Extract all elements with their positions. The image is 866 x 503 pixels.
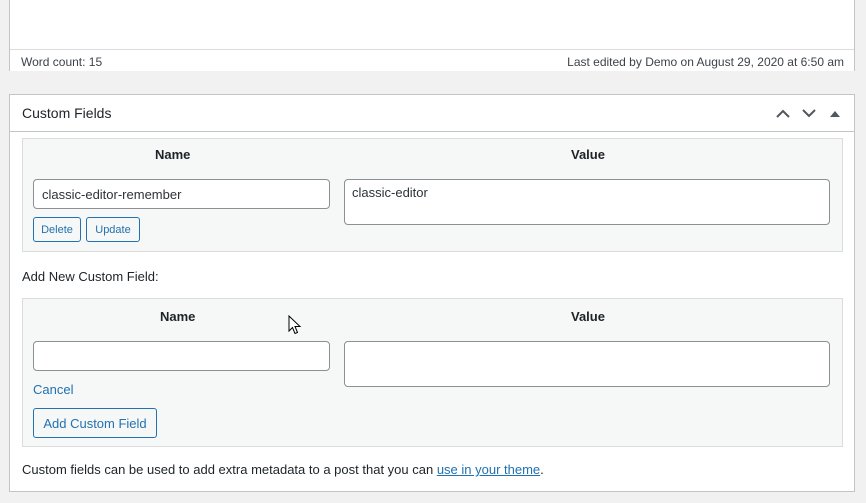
name-column-header: Name bbox=[155, 147, 191, 162]
existing-meta-table: Name Value classic-editor Delete Update bbox=[22, 138, 843, 252]
custom-fields-help-text: Custom fields can be used to add extra m… bbox=[22, 462, 544, 477]
new-meta-value-textarea[interactable] bbox=[344, 341, 830, 387]
new-name-column-header: Name bbox=[160, 309, 196, 324]
word-count: Word count: 15 bbox=[21, 55, 103, 69]
last-edited-info: Last edited by Demo on August 29, 2020 a… bbox=[567, 55, 844, 69]
help-text: Custom fields can be used to add extra m… bbox=[22, 462, 437, 477]
toggle-panel-icon[interactable] bbox=[824, 102, 846, 124]
add-new-heading: Add New Custom Field: bbox=[22, 269, 159, 284]
editor-box: Word count: 15 Last edited by Demo on Au… bbox=[9, 0, 855, 71]
editor-content-area[interactable] bbox=[10, 0, 854, 49]
postbox-title: Custom Fields bbox=[22, 105, 112, 121]
move-up-icon[interactable] bbox=[772, 102, 794, 124]
custom-fields-postbox: Custom Fields Name Value classic-editor … bbox=[9, 94, 855, 492]
editor-status-bar: Word count: 15 Last edited by Demo on Au… bbox=[10, 49, 854, 71]
delete-button[interactable]: Delete bbox=[33, 217, 81, 242]
meta-value-textarea[interactable]: classic-editor bbox=[344, 179, 830, 225]
update-button[interactable]: Update bbox=[86, 217, 140, 242]
meta-name-input[interactable] bbox=[33, 179, 330, 209]
new-meta-name-input[interactable] bbox=[33, 341, 330, 371]
value-column-header: Value bbox=[571, 147, 605, 162]
add-custom-field-button[interactable]: Add Custom Field bbox=[33, 408, 157, 438]
handle-actions bbox=[772, 102, 846, 124]
new-value-column-header: Value bbox=[571, 309, 605, 324]
postbox-header: Custom Fields bbox=[10, 95, 854, 132]
move-down-icon[interactable] bbox=[798, 102, 820, 124]
new-meta-table: Name Value Cancel Add Custom Field bbox=[22, 298, 843, 447]
use-in-theme-link[interactable]: use in your theme bbox=[437, 462, 540, 477]
mouse-cursor-icon bbox=[288, 315, 302, 335]
cancel-link[interactable]: Cancel bbox=[33, 382, 73, 397]
help-text-end: . bbox=[540, 462, 544, 477]
